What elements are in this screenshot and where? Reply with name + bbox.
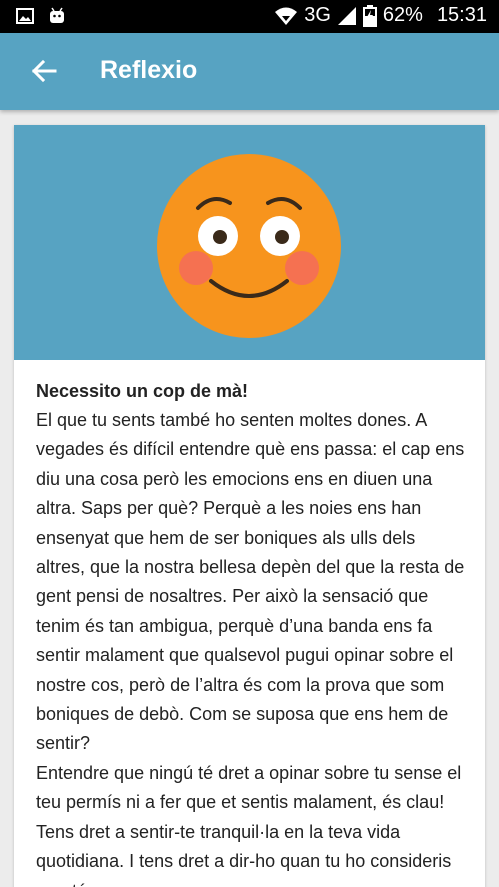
back-button[interactable] bbox=[28, 55, 60, 87]
battery-percent: 62% bbox=[382, 4, 423, 26]
page-title: Reflexio bbox=[100, 56, 198, 84]
blushing-smiley-icon bbox=[157, 154, 341, 338]
network-type: 3G bbox=[304, 4, 331, 26]
signal-icon bbox=[337, 6, 356, 25]
paragraph: Entendre que ningú té dret a opinar sobr… bbox=[36, 762, 462, 887]
wifi-icon bbox=[275, 7, 298, 25]
gallery-icon bbox=[16, 8, 34, 24]
battery-charging-icon bbox=[362, 4, 377, 27]
card-heading: Necessito un cop de mà! bbox=[36, 381, 249, 401]
arrow-left-icon bbox=[31, 59, 57, 83]
card-header-image bbox=[14, 125, 485, 360]
content-card: Necessito un cop de mà! El que tu sents … bbox=[14, 125, 485, 887]
paragraph: El que tu sents també ho senten moltes d… bbox=[36, 410, 465, 754]
android-icon bbox=[50, 7, 64, 23]
card-body: Necessito un cop de mà! El que tu sents … bbox=[36, 377, 466, 887]
clock: 15:31 bbox=[436, 4, 487, 26]
app-bar: Reflexio bbox=[0, 33, 499, 110]
status-bar: 3G 62% 15:31 bbox=[0, 0, 499, 33]
